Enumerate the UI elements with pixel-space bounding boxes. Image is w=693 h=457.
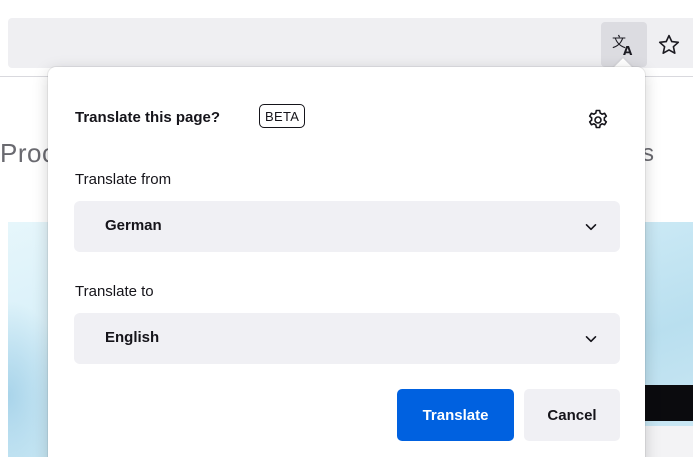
bookmark-button[interactable]: [652, 22, 686, 67]
translation-panel: Translate this page? BETA Translate from…: [48, 67, 645, 457]
translate-from-value: German: [105, 217, 162, 234]
beta-badge: BETA: [259, 104, 306, 128]
star-outline-icon: [658, 34, 680, 54]
panel-title: Translate this page?: [75, 109, 221, 126]
url-bar[interactable]: [8, 18, 693, 68]
tab-strip-edge: [0, 0, 693, 8]
gear-icon: [588, 109, 608, 129]
translate-from-select[interactable]: German: [74, 201, 620, 252]
translate-to-value: English: [105, 329, 160, 346]
chevron-down-icon: [585, 224, 597, 231]
translate-icon: 文 A: [612, 35, 633, 58]
chevron-down-icon: [585, 336, 597, 343]
translate-to-label: Translate to: [75, 283, 154, 300]
translate-from-label: Translate from: [75, 171, 172, 188]
translation-settings-button[interactable]: [580, 103, 616, 137]
translate-to-select[interactable]: English: [74, 313, 620, 364]
translate-button[interactable]: Translate: [397, 389, 514, 441]
cancel-button[interactable]: Cancel: [524, 389, 620, 441]
browser-window: 文 A Proc s Translate this page? BETA Tra…: [0, 0, 693, 457]
page-dark-element: [640, 385, 693, 421]
svg-text:A: A: [623, 44, 633, 58]
page-light-element: [640, 426, 693, 457]
